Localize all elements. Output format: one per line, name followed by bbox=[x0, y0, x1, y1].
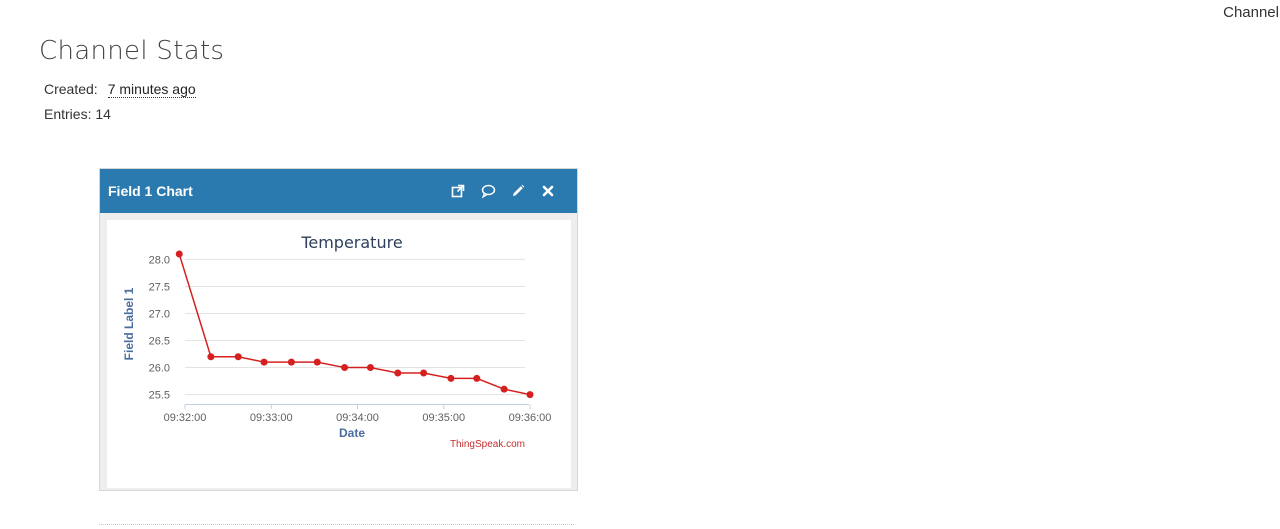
chart-area: 25.5 26.0 26.5 27.0 27.5 28.0 09:32:00 09:33:00… bbox=[107, 220, 571, 488]
channel-link[interactable]: Channel bbox=[1223, 4, 1279, 21]
x-tick-label: 09:36:00 bbox=[509, 412, 552, 424]
data-point bbox=[341, 364, 349, 372]
data-point bbox=[526, 391, 534, 399]
y-tick-label: 25.5 bbox=[149, 390, 170, 402]
data-point bbox=[473, 374, 481, 382]
series-line bbox=[178, 253, 531, 396]
page-title: Channel Stats bbox=[39, 36, 225, 66]
y-tick-label: 27.5 bbox=[149, 281, 170, 293]
widget-header: Field 1 Chart bbox=[100, 169, 577, 213]
section-divider bbox=[99, 524, 574, 525]
widget-title: Field 1 Chart bbox=[108, 183, 193, 199]
data-point bbox=[366, 364, 374, 372]
data-point bbox=[287, 358, 295, 366]
data-point bbox=[420, 369, 428, 377]
data-point bbox=[234, 353, 242, 361]
y-tick-label: 26.5 bbox=[149, 336, 170, 348]
data-point bbox=[313, 358, 321, 366]
x-tick-label: 09:33:00 bbox=[250, 412, 293, 424]
field-chart-widget: Field 1 Chart 25.5 26.0 26.5 27.0 27.5 2… bbox=[99, 168, 578, 491]
y-tick-label: 28.0 bbox=[149, 254, 170, 266]
data-point bbox=[207, 353, 215, 361]
data-point bbox=[175, 250, 183, 258]
data-point bbox=[500, 385, 508, 393]
data-point bbox=[447, 374, 455, 382]
created-row: Created: 7 minutes ago bbox=[44, 80, 196, 105]
chart-credit[interactable]: ThingSpeak.com bbox=[450, 439, 525, 450]
x-axis-label: Date bbox=[339, 426, 365, 440]
external-link-icon[interactable] bbox=[443, 179, 473, 203]
comment-icon[interactable] bbox=[473, 179, 503, 203]
y-tick-label: 27.0 bbox=[149, 308, 170, 320]
y-axis-label: Field Label 1 bbox=[122, 287, 136, 360]
data-point bbox=[394, 369, 402, 377]
pencil-icon[interactable] bbox=[503, 179, 533, 203]
created-label: Created: bbox=[44, 81, 98, 97]
entries-row: Entries: 14 bbox=[44, 105, 196, 130]
widget-tools bbox=[443, 179, 563, 203]
chart-title: Temperature bbox=[300, 233, 402, 252]
entries-text: Entries: 14 bbox=[44, 106, 111, 122]
x-tick-label: 09:34:00 bbox=[336, 412, 379, 424]
channel-stats: Created: 7 minutes ago Entries: 14 bbox=[44, 80, 196, 130]
x-tick-label: 09:35:00 bbox=[422, 412, 465, 424]
y-tick-label: 26.0 bbox=[149, 363, 170, 375]
data-point bbox=[260, 358, 268, 366]
temperature-chart: 25.5 26.0 26.5 27.0 27.5 28.0 09:32:00 09:33:00… bbox=[122, 233, 552, 450]
created-value[interactable]: 7 minutes ago bbox=[107, 81, 196, 98]
close-icon[interactable] bbox=[533, 179, 563, 203]
x-tick-label: 09:32:00 bbox=[164, 412, 207, 424]
